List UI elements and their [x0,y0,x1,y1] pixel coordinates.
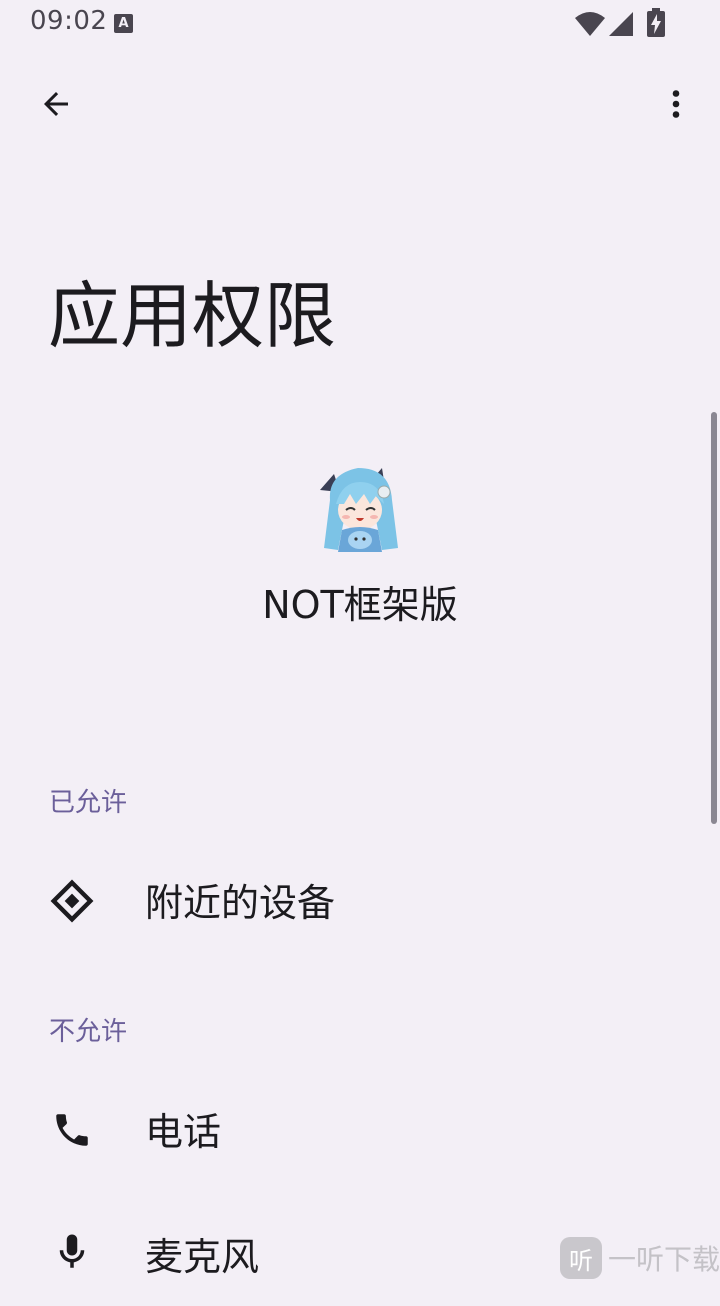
scrollbar[interactable] [711,412,717,824]
page-title: 应用权限 [48,274,337,358]
wifi-icon [574,10,606,42]
signal-icon [607,10,635,42]
app-name: NOT框架版 [262,583,458,627]
watermark: 听 一听下载 [560,1236,720,1280]
notification-a-icon: A [114,14,133,33]
nearby-devices-icon [50,879,94,923]
more-options-button[interactable] [652,80,700,128]
permission-label: 麦克风 [145,1235,260,1279]
permission-label: 附近的设备 [145,881,336,925]
more-vert-icon [672,90,680,118]
status-bar: 09:02 A [0,0,720,48]
watermark-logo-icon: 听 [560,1237,602,1279]
permission-label: 电话 [145,1110,222,1154]
battery-charging-icon [646,8,666,42]
status-time: 09:02 [30,6,108,36]
back-button[interactable] [26,80,86,128]
microphone-icon [50,1230,94,1274]
section-header-denied: 不允许 [49,1017,128,1047]
watermark-text: 一听下载 [608,1243,720,1276]
anime-girl-app-icon [316,460,406,556]
arrow-back-icon [44,92,68,116]
phone-icon [50,1108,94,1152]
permission-item-nearby-devices[interactable]: 附近的设备 [0,852,700,952]
permission-item-phone[interactable]: 电话 [0,1081,700,1181]
section-header-allowed: 已允许 [49,788,128,818]
